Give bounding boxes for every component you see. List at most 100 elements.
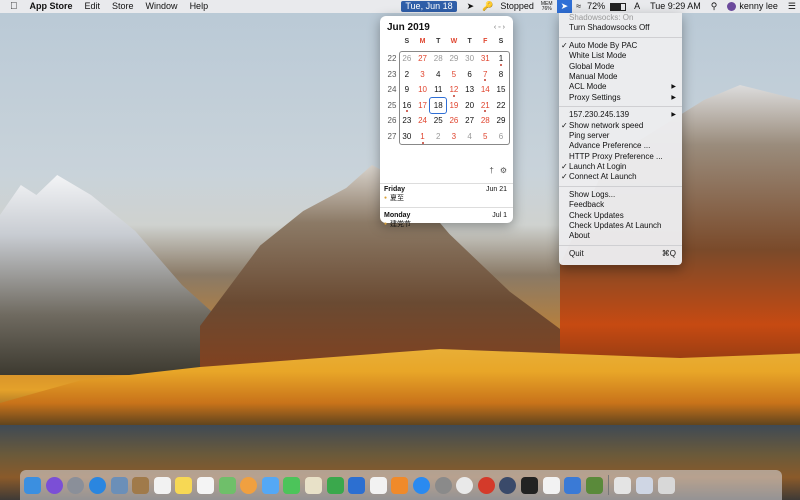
menu-toggle-shadowsocks[interactable]: Turn Shadowsocks Off	[559, 23, 682, 33]
menu-connect-at-launch[interactable]: ✓ Connect At Launch	[559, 172, 682, 182]
dock-notes-yellow-icon[interactable]	[305, 476, 323, 494]
dock-system-preferences-icon[interactable]	[434, 476, 452, 494]
submenu-arrow-icon: ▶	[671, 84, 676, 91]
weekday-header: S M T W T F S	[385, 38, 509, 45]
memory-value: 76%	[541, 5, 552, 12]
dock-preview-icon[interactable]	[110, 476, 128, 494]
dock-keynote-icon[interactable]	[348, 476, 366, 494]
menu-show-network-speed[interactable]: ✓ Show network speed	[559, 121, 682, 131]
dock	[20, 470, 782, 500]
notification-center-icon[interactable]: ☰	[784, 0, 800, 13]
battery-percent[interactable]: 72%	[585, 0, 607, 13]
memory-monitor[interactable]: MEM 76%	[537, 1, 557, 12]
dock-app-green-icon[interactable]	[585, 476, 603, 494]
dock-textedit-icon[interactable]	[542, 476, 560, 494]
dock-notes-icon[interactable]	[175, 476, 193, 494]
user-menu[interactable]: kenny lee	[721, 0, 784, 13]
apple-icon[interactable]: 	[0, 1, 24, 12]
menu-status: Shadowsocks: On	[569, 13, 634, 22]
calendar-header: Jun 2019 ‹◦›	[380, 16, 513, 35]
event-date: Jul 1	[492, 212, 507, 219]
dock-app-store-icon[interactable]	[412, 476, 430, 494]
menu-store[interactable]: Store	[106, 0, 140, 13]
event-day: Monday	[384, 212, 411, 219]
search-icon[interactable]: ⚲	[707, 0, 722, 13]
pin-icon[interactable]: †	[489, 166, 493, 175]
event-item[interactable]: 建党节	[380, 219, 513, 231]
dock-trash-icon[interactable]	[657, 476, 675, 494]
menu-manual-mode[interactable]: Manual Mode	[559, 72, 682, 82]
dock-music-icon[interactable]	[369, 476, 387, 494]
dock-photos-icon[interactable]	[240, 476, 258, 494]
event-day: Friday	[384, 186, 406, 193]
vpn-status[interactable]: Stopped	[497, 0, 537, 13]
menu-check-updates[interactable]: Check Updates	[559, 211, 682, 221]
weekday-mon: M	[419, 38, 426, 45]
weekday-tue: T	[436, 38, 441, 45]
next-month-icon[interactable]: ›	[503, 24, 507, 31]
menu-check-updates-at-launch[interactable]: Check Updates At Launch	[559, 221, 682, 231]
menu-global-mode[interactable]: Global Mode	[559, 62, 682, 72]
menu-label: Quit	[569, 248, 584, 258]
menu-show-logs[interactable]: Show Logs...	[559, 190, 682, 200]
dock-maps-icon[interactable]	[218, 476, 236, 494]
week-number: 24	[387, 85, 397, 95]
input-source-icon[interactable]: A	[630, 0, 644, 13]
menu-advance-preference[interactable]: Advance Preference ...	[559, 141, 682, 151]
dock-calendar-icon[interactable]	[153, 476, 171, 494]
weekday-wed: W	[450, 38, 458, 45]
wifi-icon[interactable]: ≈	[572, 0, 585, 13]
event-item[interactable]: 夏至	[380, 193, 513, 205]
menu-proxy-settings[interactable]: Proxy Settings ▶	[559, 93, 682, 103]
shadowsocks-menu: Shadowsocks: On Turn Shadowsocks Off ✓ Au…	[559, 13, 682, 265]
checkmark-icon: ✓	[561, 120, 568, 130]
dock-chrome-icon[interactable]	[456, 476, 474, 494]
menu-about[interactable]: About	[559, 231, 682, 241]
menu-launch-at-login[interactable]: ✓ Launch At Login	[559, 162, 682, 172]
dock-reminders-icon[interactable]	[197, 476, 215, 494]
menu-help[interactable]: Help	[184, 0, 215, 13]
dock-app-blue-icon[interactable]	[564, 476, 582, 494]
dock-siri-icon[interactable]	[45, 476, 63, 494]
dock-safari-icon[interactable]	[89, 476, 107, 494]
dock-launchpad-icon[interactable]	[67, 476, 85, 494]
dock-downloads-icon[interactable]	[635, 476, 653, 494]
dock-facetime-icon[interactable]	[283, 476, 301, 494]
menu-http-proxy-preference[interactable]: HTTP Proxy Preference ...	[559, 152, 682, 162]
menu-label: ACL Mode	[569, 82, 607, 92]
shadowsocks-icon[interactable]: ➤	[556, 0, 573, 13]
checkmark-icon: ✓	[561, 162, 568, 172]
dock-finder-icon[interactable]	[24, 476, 42, 494]
menu-acl-mode[interactable]: ACL Mode ▶	[559, 82, 682, 92]
menu-ping-server[interactable]: Ping server	[559, 131, 682, 141]
dock-terminal-icon[interactable]	[520, 476, 538, 494]
current-month-outline	[399, 51, 510, 145]
clock[interactable]: Tue 9:29 AM	[644, 0, 707, 13]
menu-white-list-mode[interactable]: White List Mode	[559, 51, 682, 61]
calendar-footer-icons: † ⚙	[380, 166, 513, 180]
battery-icon[interactable]	[610, 2, 627, 11]
dock-app-red-icon[interactable]	[477, 476, 495, 494]
app-name-menu[interactable]: App Store	[24, 0, 79, 13]
menu-bar-extras: Tue, Jun 18 ➤ 🔑 Stopped MEM 76% ➤ ≈ 72% …	[401, 0, 800, 13]
weekday-thu: T	[467, 38, 472, 45]
menu-window[interactable]: Window	[140, 0, 184, 13]
pin-icon[interactable]: ➤	[463, 0, 479, 13]
menu-feedback[interactable]: Feedback	[559, 200, 682, 210]
dock-documents-icon[interactable]	[614, 476, 632, 494]
menu-label: Connect At Launch	[569, 172, 637, 182]
dock-app-dark-icon[interactable]	[499, 476, 517, 494]
calendar-date-item[interactable]: Tue, Jun 18	[401, 1, 457, 12]
menu-bar:  App Store Edit Store Window Help Tue, …	[0, 0, 800, 13]
menu-edit[interactable]: Edit	[79, 0, 107, 13]
dock-notes-brown-icon[interactable]	[132, 476, 150, 494]
key-icon[interactable]: 🔑	[478, 0, 497, 13]
settings-icon[interactable]: ⚙	[500, 166, 507, 175]
menu-quit[interactable]: Quit ⌘Q	[559, 249, 682, 259]
dock-messages-blue-icon[interactable]	[261, 476, 279, 494]
week-number: 25	[387, 100, 397, 110]
dock-numbers-icon[interactable]	[326, 476, 344, 494]
dock-books-icon[interactable]	[391, 476, 409, 494]
menu-auto-mode[interactable]: ✓ Auto Mode By PAC	[559, 41, 682, 51]
menu-server[interactable]: 157.230.245.139 ▶	[559, 110, 682, 120]
